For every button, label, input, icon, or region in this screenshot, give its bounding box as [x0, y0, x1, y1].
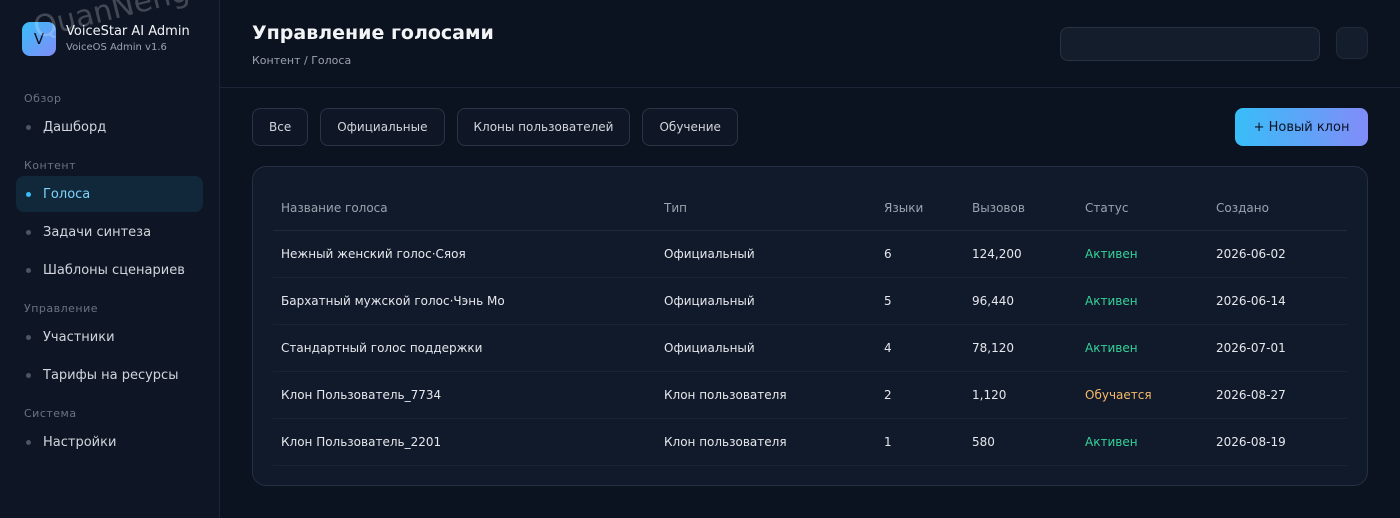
column-header-status[interactable]: Статус: [1077, 187, 1208, 231]
cell-type: Клон пользователя: [656, 371, 876, 419]
cell-calls: 580: [964, 418, 1077, 466]
bullet-dot-icon: [26, 191, 31, 197]
sidebar-item[interactable]: Настройки: [16, 424, 203, 460]
cell-calls: 1,120: [964, 371, 1077, 419]
status-badge: Обучается: [1077, 371, 1208, 419]
app-root: V VoiceStar AI Admin VoiceOS Admin v1.6 …: [0, 0, 1400, 518]
cell-name: Клон Пользователь_2201: [273, 418, 656, 466]
cell-languages: 2: [876, 371, 964, 419]
bullet-dot-icon: [26, 372, 31, 378]
brand-text: VoiceStar AI Admin VoiceOS Admin v1.6: [66, 24, 190, 54]
cell-type: Официальный: [656, 230, 876, 278]
nav-section: Управление Участники Тарифы на ресурсы: [16, 302, 203, 393]
sidebar-item[interactable]: Задачи синтеза: [16, 214, 203, 250]
bullet-dot-icon: [26, 439, 31, 445]
filter-official[interactable]: Официальные: [320, 108, 445, 146]
nav-section-title: Система: [24, 407, 77, 420]
cell-calls: 96,440: [964, 277, 1077, 325]
sidebar-nav: Обзор Дашборд Контент Голоса Задачи синтеза Ш…: [16, 92, 203, 460]
nav-section: Контент Голоса Задачи синтеза Шаблоны сцена…: [16, 159, 203, 288]
column-header-name[interactable]: Название голоса: [273, 187, 656, 231]
nav-section-title: Управление: [24, 302, 99, 315]
table-body: Нежный женский голос·Сяоя Официальный 6 124…: [273, 230, 1347, 466]
nav-section: Обзор Дашборд: [16, 92, 203, 145]
sidebar: V VoiceStar AI Admin VoiceOS Admin v1.6 …: [0, 0, 220, 518]
main-content: Управление голосами Контент / Голоса Все…: [220, 0, 1400, 518]
sidebar-item[interactable]: Тарифы на ресурсы: [16, 357, 203, 393]
topbar: Управление голосами Контент / Голоса: [220, 0, 1400, 88]
column-header-languages[interactable]: Языки: [876, 187, 964, 231]
cell-type: Официальный: [656, 324, 876, 372]
filter-user-clones[interactable]: Клоны пользователей: [456, 108, 631, 146]
app-name: VoiceStar AI Admin: [66, 24, 190, 39]
header-icon-button[interactable]: [1336, 27, 1368, 59]
sidebar-item-label: Голоса: [43, 186, 91, 202]
cell-created: 2026-08-27: [1208, 371, 1347, 419]
cell-languages: 5: [876, 277, 964, 325]
sidebar-item[interactable]: Участники: [16, 319, 203, 355]
cell-calls: 78,120: [964, 324, 1077, 372]
column-header-calls[interactable]: Вызовов: [964, 187, 1077, 231]
table-row[interactable]: Бархатный мужской голос·Чэнь Мо Официальн…: [273, 277, 1347, 325]
bullet-dot-icon: [26, 124, 31, 130]
bullet-dot-icon: [26, 229, 31, 235]
cell-name: Бархатный мужской голос·Чэнь Мо: [273, 277, 656, 325]
filter-training[interactable]: Обучение: [642, 108, 738, 146]
status-badge: Активен: [1077, 277, 1208, 325]
status-badge: Активен: [1077, 324, 1208, 372]
sidebar-item[interactable]: Шаблоны сценариев: [16, 252, 203, 288]
cell-type: Официальный: [656, 277, 876, 325]
voices-table: Название голоса Тип Языки Вызовов Статус…: [273, 187, 1347, 466]
cell-name: Клон Пользователь_7734: [273, 371, 656, 419]
sidebar-item-label: Участники: [43, 329, 115, 345]
cell-created: 2026-08-19: [1208, 418, 1347, 466]
brand-logo: V: [22, 22, 56, 56]
cell-languages: 1: [876, 418, 964, 466]
app-version: VoiceOS Admin v1.6: [66, 42, 167, 53]
cell-calls: 124,200: [964, 230, 1077, 278]
status-badge: Активен: [1077, 230, 1208, 278]
filter-all[interactable]: Все: [252, 108, 309, 146]
search-input[interactable]: [1060, 27, 1320, 61]
table-row[interactable]: Стандартный голос поддержки Официальный 4 7…: [273, 324, 1347, 372]
cell-created: 2026-07-01: [1208, 324, 1347, 372]
column-header-created[interactable]: Создано: [1208, 187, 1347, 231]
cell-languages: 4: [876, 324, 964, 372]
sidebar-item-label: Дашборд: [43, 119, 107, 135]
cell-name: Нежный женский голос·Сяоя: [273, 230, 656, 278]
cell-created: 2026-06-14: [1208, 277, 1347, 325]
table-header-row: Название голоса Тип Языки Вызовов Статус…: [273, 187, 1347, 231]
cell-name: Стандартный голос поддержки: [273, 324, 656, 372]
table-row[interactable]: Нежный женский голос·Сяоя Официальный 6 124…: [273, 230, 1347, 278]
bullet-dot-icon: [26, 334, 31, 340]
status-badge: Активен: [1077, 418, 1208, 466]
sidebar-item-label: Шаблоны сценариев: [43, 262, 185, 278]
sidebar-item[interactable]: Голоса: [16, 176, 203, 212]
sidebar-item-label: Задачи синтеза: [43, 224, 152, 240]
brand: V VoiceStar AI Admin VoiceOS Admin v1.6: [16, 22, 203, 56]
sidebar-item-label: Тарифы на ресурсы: [43, 367, 179, 383]
column-header-type[interactable]: Тип: [656, 187, 876, 231]
table-row[interactable]: Клон Пользователь_7734 Клон пользователя 2…: [273, 371, 1347, 419]
filter-bar: Все Официальные Клоны пользователей Обуч…: [252, 108, 738, 146]
new-clone-button[interactable]: + Новый клон: [1235, 108, 1368, 146]
table-row[interactable]: Клон Пользователь_2201 Клон пользователя 1…: [273, 418, 1347, 466]
voices-table-card: Название голоса Тип Языки Вызовов Статус…: [252, 166, 1368, 486]
bullet-dot-icon: [26, 267, 31, 273]
cell-created: 2026-06-02: [1208, 230, 1347, 278]
cell-languages: 6: [876, 230, 964, 278]
sidebar-item[interactable]: Дашборд: [16, 109, 203, 145]
cell-type: Клон пользователя: [656, 418, 876, 466]
nav-section: Система Настройки: [16, 407, 203, 460]
nav-section-title: Контент: [24, 159, 77, 172]
sidebar-item-label: Настройки: [43, 434, 117, 450]
nav-section-title: Обзор: [24, 92, 62, 105]
